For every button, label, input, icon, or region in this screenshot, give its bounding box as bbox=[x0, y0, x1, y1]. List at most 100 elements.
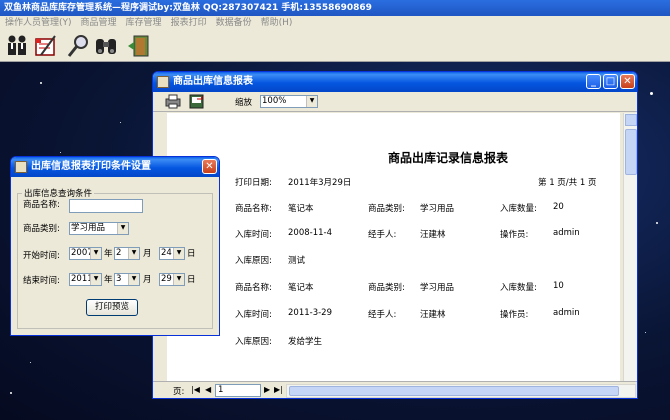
menu-backup[interactable]: 数据备份 bbox=[216, 18, 252, 28]
goods-type-select[interactable]: 学习用品 ▼ bbox=[69, 222, 129, 235]
menu-operators[interactable]: 操作人员管理(Y) bbox=[5, 18, 72, 28]
last-page-button[interactable]: ▶| bbox=[274, 385, 283, 394]
chevron-down-icon: ▼ bbox=[306, 96, 317, 107]
end-day-value: 29 bbox=[161, 274, 172, 284]
page-info: 第 1 页/共 1 页 bbox=[538, 178, 597, 188]
report-window-title-bar[interactable]: 商品出库信息报表 _ □ ✕ bbox=[153, 72, 637, 92]
record-operator: admin bbox=[553, 308, 580, 318]
day-unit: 日 bbox=[187, 249, 196, 259]
search-icon[interactable] bbox=[66, 33, 92, 59]
page-number-input[interactable]: 1 bbox=[215, 384, 261, 397]
report-vertical-scrollbar[interactable] bbox=[623, 113, 637, 381]
print-preview-label: 打印预览 bbox=[94, 302, 129, 312]
report-horizontal-scrollbar[interactable] bbox=[286, 384, 636, 398]
end-year-select[interactable]: 2011 ▼ bbox=[69, 273, 102, 286]
minimize-button[interactable]: _ bbox=[586, 74, 601, 89]
record-handler: 汪建林 bbox=[420, 230, 446, 240]
report-toolbar: 缩放 100% ▼ bbox=[153, 92, 637, 112]
record-type: 学习用品 bbox=[420, 283, 455, 293]
start-month-value: 2 bbox=[116, 248, 122, 258]
goods-name-input[interactable] bbox=[69, 199, 143, 213]
record-qty: 20 bbox=[553, 202, 564, 212]
month-unit: 月 bbox=[143, 249, 152, 259]
goods-type-value: 学习用品 bbox=[71, 223, 106, 233]
menu-bar: 操作人员管理(Y) 商品管理 库存管理 报表打印 数据备份 帮助(H) bbox=[0, 16, 670, 30]
start-day-select[interactable]: 24 ▼ bbox=[159, 247, 185, 260]
page-label: 页: bbox=[173, 387, 185, 397]
record-reason: 发给学生 bbox=[288, 337, 323, 347]
goods-name-label: 商品名称: bbox=[23, 200, 60, 210]
chevron-down-icon: ▼ bbox=[90, 274, 101, 285]
time-label: 入库时间: bbox=[235, 230, 272, 240]
menu-help[interactable]: 帮助(H) bbox=[261, 18, 293, 28]
operator-label: 操作员: bbox=[500, 310, 529, 320]
chevron-down-icon: ▼ bbox=[173, 274, 184, 285]
reason-label: 入库原因: bbox=[235, 256, 272, 266]
operator-label: 操作员: bbox=[500, 230, 529, 240]
zoom-select[interactable]: 100% ▼ bbox=[260, 95, 318, 108]
chevron-down-icon: ▼ bbox=[90, 248, 101, 259]
start-year-select[interactable]: 2007 ▼ bbox=[69, 247, 102, 260]
end-month-select[interactable]: 3 ▼ bbox=[114, 273, 140, 286]
scroll-thumb[interactable] bbox=[289, 386, 619, 396]
chevron-down-icon: ▼ bbox=[117, 223, 128, 234]
handler-label: 经手人: bbox=[368, 230, 397, 240]
reason-label: 入库原因: bbox=[235, 337, 272, 347]
time-label: 入库时间: bbox=[235, 310, 272, 320]
menu-goods[interactable]: 商品管理 bbox=[81, 18, 117, 28]
type-label: 商品类别: bbox=[368, 283, 405, 293]
start-month-select[interactable]: 2 ▼ bbox=[114, 247, 140, 260]
maximize-button[interactable]: □ bbox=[603, 74, 618, 89]
scroll-up-button[interactable] bbox=[625, 114, 637, 126]
type-label: 商品类别: bbox=[368, 204, 405, 214]
handler-label: 经手人: bbox=[368, 310, 397, 320]
print-date: 2011年3月29日 bbox=[288, 178, 352, 188]
chevron-down-icon: ▼ bbox=[128, 248, 139, 259]
users-icon[interactable] bbox=[4, 33, 30, 59]
menu-report-print[interactable]: 报表打印 bbox=[171, 18, 207, 28]
record-operator: admin bbox=[553, 228, 580, 238]
end-day-select[interactable]: 29 ▼ bbox=[159, 273, 185, 286]
dialog-title: 出库信息报表打印条件设置 bbox=[31, 161, 151, 172]
record-name: 笔记本 bbox=[288, 283, 314, 293]
main-toolbar bbox=[0, 30, 670, 62]
menu-stock[interactable]: 库存管理 bbox=[126, 18, 162, 28]
start-time-label: 开始时间: bbox=[23, 251, 60, 261]
next-page-button[interactable]: ▶ bbox=[264, 385, 270, 394]
year-unit: 年 bbox=[104, 275, 113, 285]
start-day-value: 24 bbox=[161, 248, 172, 258]
edit-form-icon[interactable] bbox=[33, 33, 59, 59]
report-status-bar: 页: |◀ ◀ 1 ▶ ▶| bbox=[153, 381, 637, 398]
record-reason: 测试 bbox=[288, 256, 306, 266]
printer-icon[interactable] bbox=[165, 94, 181, 109]
report-icon bbox=[157, 76, 169, 88]
binoculars-icon[interactable] bbox=[93, 33, 119, 59]
year-unit: 年 bbox=[104, 249, 113, 259]
name-label: 商品名称: bbox=[235, 283, 272, 293]
dialog-title-bar[interactable]: 出库信息报表打印条件设置 ✕ bbox=[11, 157, 219, 177]
report-page: 商品出库记录信息报表 打印日期: 2011年3月29日 第 1 页/共 1 页 … bbox=[167, 113, 620, 381]
print-condition-dialog: 出库信息报表打印条件设置 ✕ 出库信息查询条件 商品名称: 商品类别: 学习用品… bbox=[10, 156, 220, 336]
app-title: 双鱼林商品库库存管理系统—程序调试by:双鱼林 QQ:287307421 手机:… bbox=[4, 3, 372, 13]
prev-page-button[interactable]: ◀ bbox=[205, 385, 211, 394]
chevron-down-icon: ▼ bbox=[173, 248, 184, 259]
end-time-label: 结束时间: bbox=[23, 276, 60, 286]
export-icon[interactable] bbox=[189, 94, 205, 109]
record-type: 学习用品 bbox=[420, 204, 455, 214]
report-title: 商品出库记录信息报表 bbox=[388, 151, 509, 165]
dialog-close-button[interactable]: ✕ bbox=[202, 159, 217, 174]
record-name: 笔记本 bbox=[288, 204, 314, 214]
zoom-value: 100% bbox=[262, 96, 287, 106]
report-window-title: 商品出库信息报表 bbox=[173, 76, 253, 87]
print-preview-button[interactable]: 打印预览 bbox=[86, 299, 138, 316]
app-title-bar: 双鱼林商品库库存管理系统—程序调试by:双鱼林 QQ:287307421 手机:… bbox=[0, 0, 670, 16]
scroll-thumb[interactable] bbox=[625, 129, 637, 175]
first-page-button[interactable]: |◀ bbox=[191, 385, 200, 394]
close-button[interactable]: ✕ bbox=[620, 74, 635, 89]
exit-door-icon[interactable] bbox=[126, 33, 152, 59]
month-unit: 月 bbox=[143, 275, 152, 285]
page-number: 1 bbox=[218, 385, 224, 395]
goods-type-label: 商品类别: bbox=[23, 224, 60, 234]
print-date-label: 打印日期: bbox=[235, 178, 272, 188]
record-qty: 10 bbox=[553, 281, 564, 291]
